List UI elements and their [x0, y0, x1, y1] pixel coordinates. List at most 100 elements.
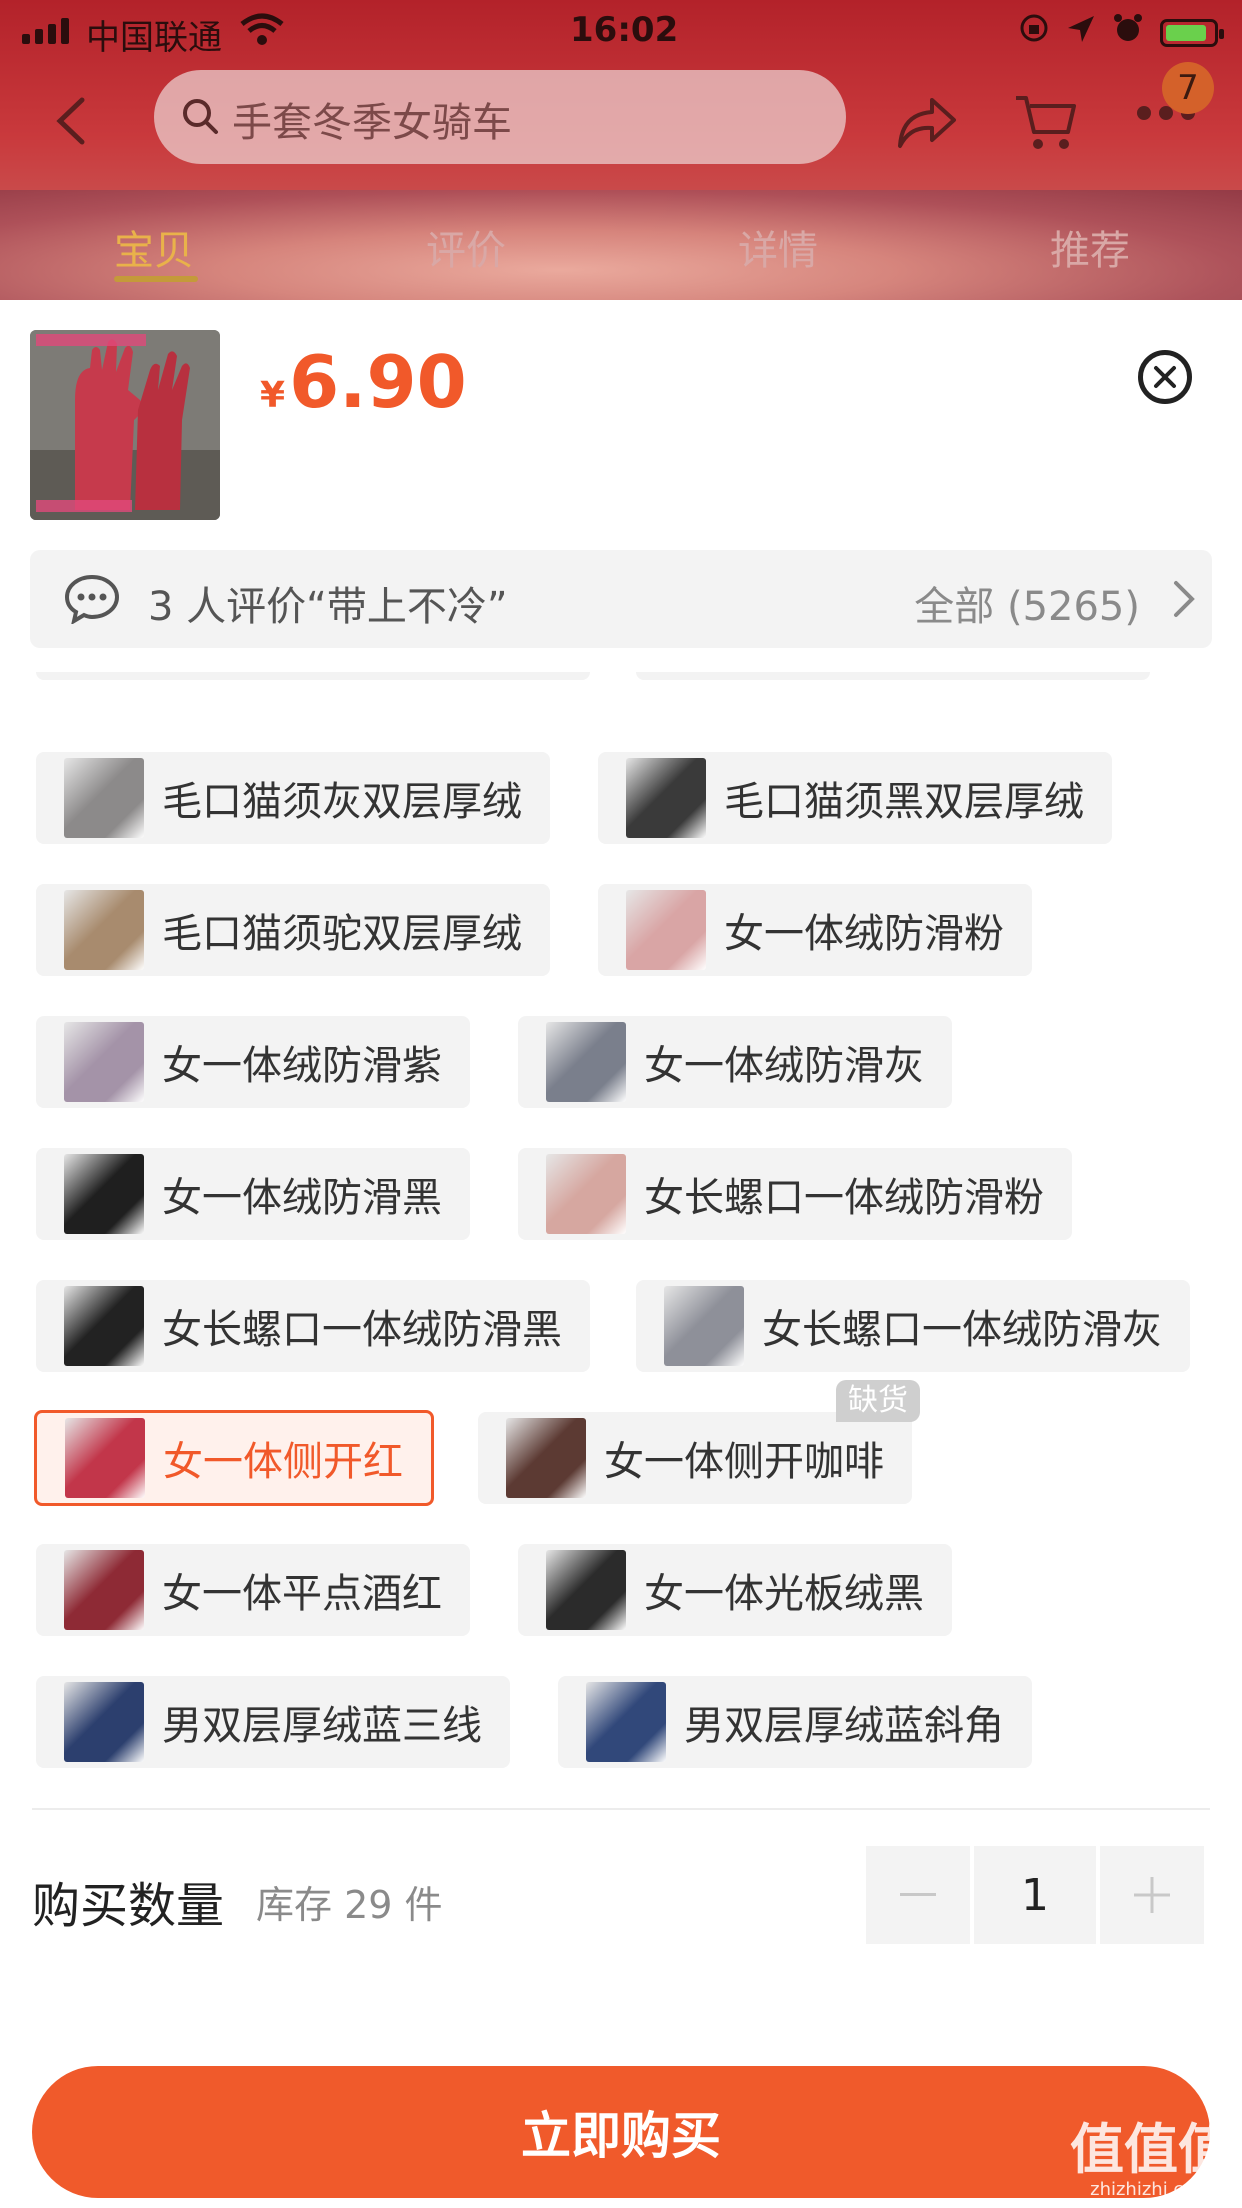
option-label: 女长螺口一体绒防滑黑 — [162, 1307, 562, 1353]
option-label: 男双层厚绒蓝斜角 — [684, 1703, 1004, 1749]
option-thumbnail — [64, 1550, 144, 1630]
option-label: 女长螺口一体绒防滑粉 — [644, 1175, 1044, 1221]
search-icon — [180, 96, 220, 140]
divider — [32, 1808, 1210, 1810]
option-chip[interactable]: 男双层厚绒蓝斜角 — [558, 1676, 1032, 1768]
option-thumbnail — [64, 1022, 144, 1102]
tab-recommend[interactable]: 推荐 — [1050, 218, 1130, 276]
option-chip-selected[interactable]: 女一体侧开红 — [34, 1410, 434, 1506]
review-highlight: 3 人评价“带上不冷” — [148, 584, 508, 630]
option-chip-partial[interactable] — [636, 672, 1150, 680]
wifi-icon — [240, 12, 284, 55]
stock-count: 库存 29 件 — [256, 1883, 443, 1927]
option-chip[interactable]: 毛口猫须黑双层厚绒 — [598, 752, 1112, 844]
option-thumbnail — [65, 1418, 145, 1498]
share-icon[interactable] — [896, 96, 958, 154]
option-label: 女一体侧开咖啡 — [604, 1439, 884, 1485]
option-thumbnail — [506, 1418, 586, 1498]
option-chip[interactable]: 男双层厚绒蓝三线 — [36, 1676, 510, 1768]
option-chip-soldout[interactable]: 女一体侧开咖啡 — [478, 1412, 912, 1504]
option-thumbnail — [546, 1550, 626, 1630]
watermark-site: zhizhizhi.com — [1090, 2179, 1212, 2200]
plus-icon — [1134, 1877, 1170, 1913]
increment-button[interactable] — [1100, 1846, 1204, 1944]
quantity-label: 购买数量 — [32, 1878, 225, 1934]
option-label: 女一体平点酒红 — [162, 1571, 442, 1617]
option-chip[interactable]: 女长螺口一体绒防滑黑 — [36, 1280, 590, 1372]
option-label: 女长螺口一体绒防滑灰 — [762, 1307, 1162, 1353]
option-label: 女一体绒防滑黑 — [162, 1175, 442, 1221]
decrement-button[interactable] — [866, 1846, 970, 1944]
tab-active-indicator — [114, 276, 198, 282]
option-thumbnail — [664, 1286, 744, 1366]
cart-icon[interactable] — [1014, 92, 1078, 156]
option-thumbnail — [64, 1286, 144, 1366]
option-label: 毛口猫须黑双层厚绒 — [724, 779, 1084, 825]
option-thumbnail — [586, 1682, 666, 1762]
option-chip[interactable]: 毛口猫须驼双层厚绒 — [36, 884, 550, 976]
page-tabs: 宝贝 评价 详情 推荐 — [0, 196, 1242, 300]
carrier-name: 中国联通 — [86, 18, 222, 58]
tab-baobei[interactable]: 宝贝 — [114, 218, 194, 276]
currency-symbol: ¥ — [260, 375, 286, 416]
option-chip[interactable]: 女一体绒防滑粉 — [598, 884, 1032, 976]
signal-icon — [22, 18, 69, 44]
chat-bubble-icon — [64, 574, 120, 628]
option-chip[interactable]: 毛口猫须灰双层厚绒 — [36, 752, 550, 844]
option-label: 女一体绒防滑粉 — [724, 911, 1004, 957]
option-label: 毛口猫须灰双层厚绒 — [162, 779, 522, 825]
option-thumbnail — [64, 890, 144, 970]
nav-bar: 手套冬季女骑车 7 — [0, 62, 1242, 184]
battery-icon — [1160, 18, 1224, 47]
search-bar[interactable]: 手套冬季女骑车 — [154, 70, 846, 164]
option-chip[interactable]: 女一体绒防滑黑 — [36, 1148, 470, 1240]
minus-icon — [900, 1893, 936, 1896]
option-label: 男双层厚绒蓝三线 — [162, 1703, 482, 1749]
option-thumbnail — [546, 1022, 626, 1102]
price-value: 6.90 — [289, 340, 467, 424]
option-label: 女一体绒防滑紫 — [162, 1043, 442, 1089]
option-chip[interactable]: 女长螺口一体绒防滑粉 — [518, 1148, 1072, 1240]
watermark-logo: 值值值 — [1070, 2118, 1232, 2181]
status-bar: 中国联通 16:02 — [0, 0, 1242, 62]
option-thumbnail — [64, 758, 144, 838]
clock: 16:02 — [570, 10, 679, 50]
option-label: 女一体光板绒黑 — [644, 1571, 924, 1617]
quantity-value[interactable]: 1 — [974, 1846, 1096, 1944]
alarm-icon — [1112, 12, 1144, 53]
option-thumbnail — [626, 758, 706, 838]
watermark: 值值值 zhizhizhi.com — [1070, 2120, 1232, 2200]
close-icon — [1154, 366, 1176, 388]
option-chip[interactable]: 女一体绒防滑紫 — [36, 1016, 470, 1108]
search-placeholder: 手套冬季女骑车 — [232, 100, 512, 146]
option-label: 毛口猫须驼双层厚绒 — [162, 911, 522, 957]
sku-options: 毛口猫须灰双层厚绒 毛口猫须黑双层厚绒 毛口猫须驼双层厚绒 女一体绒防滑粉 女一… — [0, 672, 1242, 1830]
buy-now-button[interactable]: 立即购买 — [32, 2066, 1210, 2198]
review-summary-bar[interactable]: 3 人评价“带上不冷” 全部 (5265) — [30, 550, 1212, 648]
option-chip[interactable]: 女一体光板绒黑 — [518, 1544, 952, 1636]
location-icon — [1066, 13, 1096, 53]
option-chip[interactable]: 女长螺口一体绒防滑灰 — [636, 1280, 1190, 1372]
chevron-right-icon — [1172, 580, 1196, 622]
soldout-badge: 缺货 — [836, 1380, 920, 1422]
option-thumbnail — [626, 890, 706, 970]
option-chip-partial[interactable] — [36, 672, 590, 680]
review-all-count[interactable]: 全部 (5265) — [914, 574, 1140, 632]
close-button[interactable] — [1138, 350, 1192, 404]
option-thumbnail — [64, 1682, 144, 1762]
sku-sheet: ¥6.90 3 人评价“带上不冷” 全部 (5265) 毛口猫须灰双层厚绒 毛口… — [0, 300, 1242, 2208]
cart-count-badge: 7 — [1162, 62, 1214, 114]
tab-reviews[interactable]: 评价 — [426, 218, 506, 276]
tab-details[interactable]: 详情 — [738, 218, 818, 276]
option-thumbnail — [64, 1154, 144, 1234]
price: ¥6.90 — [260, 340, 467, 424]
option-chip[interactable]: 女一体绒防滑灰 — [518, 1016, 952, 1108]
quantity-stepper: 1 — [866, 1846, 1204, 1944]
option-label: 女一体绒防滑灰 — [644, 1043, 924, 1089]
back-icon[interactable] — [52, 96, 102, 146]
option-thumbnail — [546, 1154, 626, 1234]
option-chip[interactable]: 女一体平点酒红 — [36, 1544, 470, 1636]
product-thumbnail[interactable] — [30, 330, 220, 520]
option-label: 女一体侧开红 — [163, 1439, 403, 1485]
background-page: 中国联通 16:02 手套冬季女骑车 7 宝贝 评价 详情 推荐 — [0, 0, 1242, 300]
